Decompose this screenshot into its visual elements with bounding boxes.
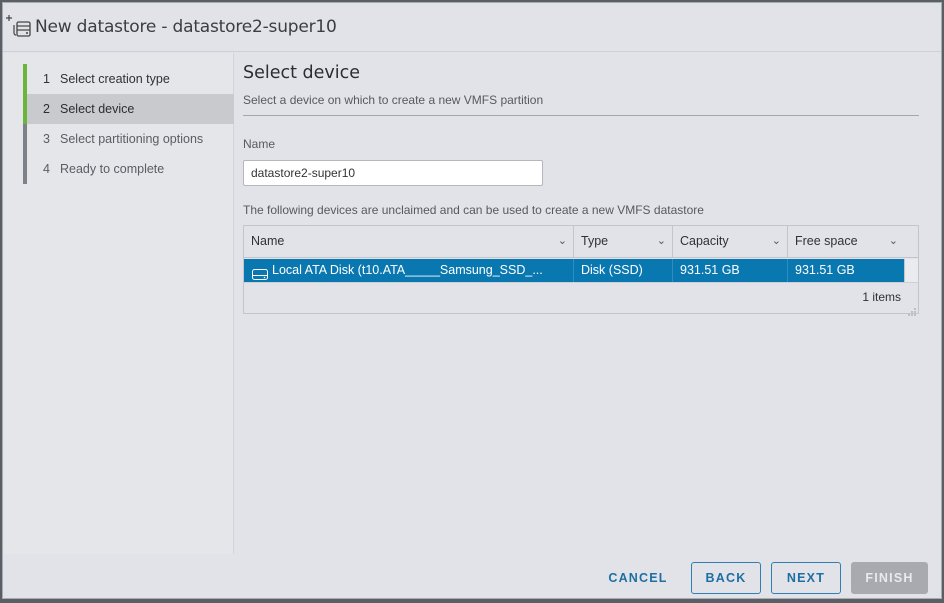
wizard-content: Select device Select a device on which t…	[243, 53, 923, 554]
step-label: Select creation type	[60, 72, 170, 86]
dialog-title: New datastore - datastore2-super10	[35, 17, 337, 37]
grid-header: Name ⌄ Type ⌄ Capacity ⌄ Free space ⌄	[244, 226, 918, 258]
wizard-steps-sidebar: 1 Select creation type 2 Select device 3 Se…	[3, 53, 234, 554]
dialog-titlebar: New datastore - datastore2-super10	[3, 3, 941, 52]
dialog-buttonbar: CANCEL BACK NEXT FINISH	[3, 554, 941, 598]
grid-footer-divider	[244, 282, 918, 283]
table-row[interactable]: Local ATA Disk (t10.ATA_____Samsung_SSD_…	[244, 259, 904, 282]
name-label: Name	[243, 137, 276, 151]
column-header-type[interactable]: Type ⌄	[574, 226, 673, 258]
grid-scrollbar[interactable]	[904, 259, 918, 282]
column-header-name[interactable]: Name ⌄	[244, 226, 574, 258]
column-header-capacity[interactable]: Capacity ⌄	[673, 226, 788, 258]
step-ready-to-complete[interactable]: 4 Ready to complete	[23, 154, 234, 184]
cell-capacity: 931.51 GB	[673, 259, 788, 282]
cell-free-space: 931.51 GB	[795, 263, 855, 277]
page-subtitle: Select a device on which to create a new…	[243, 93, 544, 107]
resize-handle-icon[interactable]	[908, 303, 916, 316]
cell-type: Disk (SSD)	[574, 259, 673, 282]
page-title: Select device	[243, 63, 361, 83]
chevron-down-icon[interactable]: ⌄	[772, 226, 781, 257]
column-label: Name	[251, 234, 285, 248]
datastore-name-input[interactable]	[243, 160, 543, 186]
step-select-partitioning-options[interactable]: 3 Select partitioning options	[23, 124, 234, 154]
device-name: Local ATA Disk (t10.ATA_____Samsung_SSD_…	[272, 263, 543, 277]
new-datastore-dialog: New datastore - datastore2-super10 1 Sele…	[2, 2, 942, 599]
new-datastore-icon	[6, 12, 36, 40]
column-header-free-space[interactable]: Free space ⌄	[788, 226, 904, 258]
step-number: 3	[43, 132, 50, 146]
items-count: 1 items	[862, 290, 901, 304]
wizard-steps-list: 1 Select creation type 2 Select device 3 Se…	[23, 64, 234, 184]
step-number: 4	[43, 162, 50, 176]
chevron-down-icon[interactable]: ⌄	[558, 226, 567, 257]
step-label: Select partitioning options	[60, 132, 204, 146]
step-label: Ready to complete	[60, 162, 165, 176]
chevron-down-icon[interactable]: ⌄	[657, 226, 666, 257]
column-label: Free space	[795, 234, 858, 248]
grid-description: The following devices are unclaimed and …	[243, 203, 704, 217]
cancel-button[interactable]: CANCEL	[603, 562, 673, 594]
column-label: Type	[581, 234, 609, 248]
finish-button[interactable]: FINISH	[851, 562, 928, 594]
step-select-creation-type[interactable]: 1 Select creation type	[23, 64, 234, 94]
step-number: 1	[43, 72, 50, 86]
chevron-down-icon[interactable]: ⌄	[889, 226, 898, 257]
back-button[interactable]: BACK	[691, 562, 761, 594]
next-button[interactable]: NEXT	[771, 562, 841, 594]
devices-grid: Name ⌄ Type ⌄ Capacity ⌄ Free space ⌄ Lo…	[243, 225, 919, 316]
step-label: Select device	[60, 102, 135, 116]
disk-icon	[252, 265, 268, 280]
divider	[243, 115, 919, 116]
column-label: Capacity	[680, 234, 729, 248]
step-number: 2	[43, 102, 50, 116]
step-select-device[interactable]: 2 Select device	[23, 94, 234, 124]
cell-name: Local ATA Disk (t10.ATA_____Samsung_SSD_…	[244, 259, 574, 282]
